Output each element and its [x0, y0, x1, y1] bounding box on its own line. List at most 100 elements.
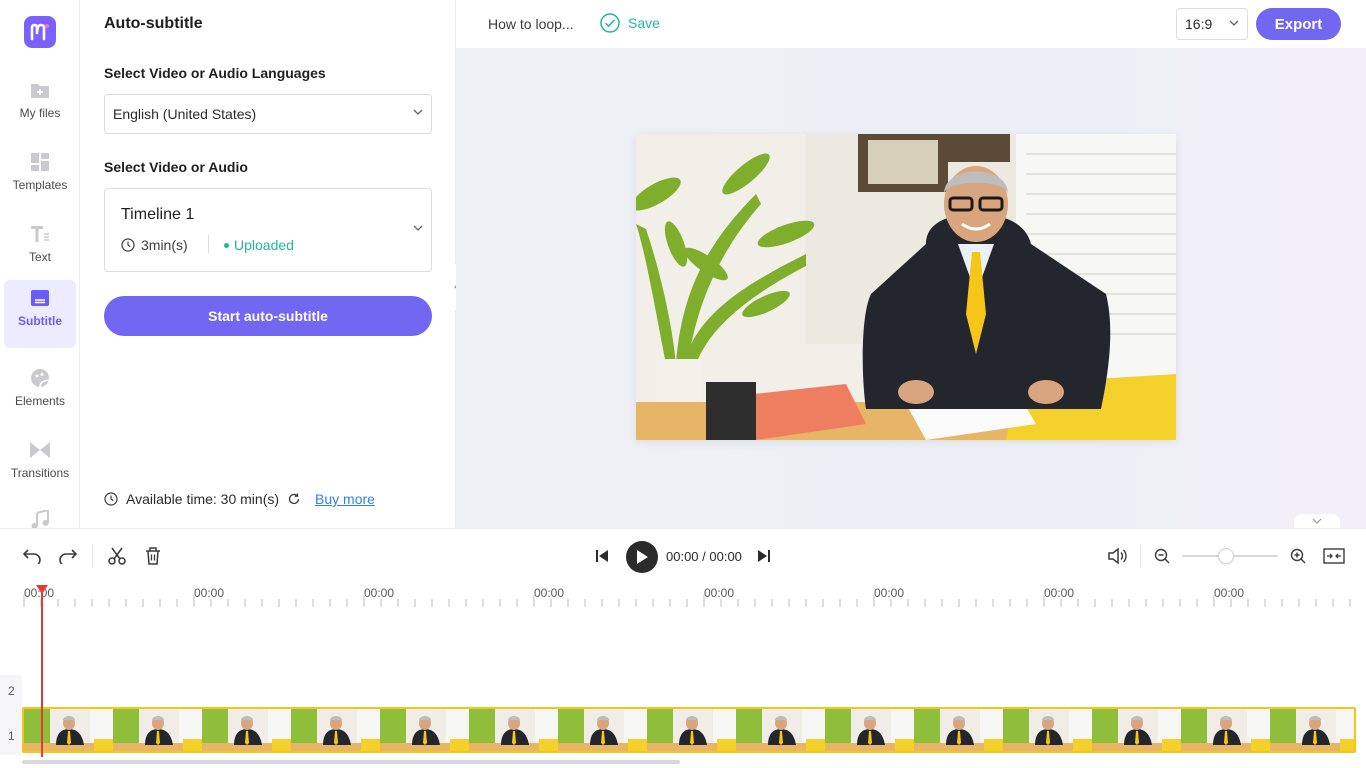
zoom-slider-handle[interactable]	[1218, 548, 1234, 564]
timeline-duration: 3min(s)	[121, 237, 188, 253]
timeline-panel: 00:00 / 00:00 00:00 00:00 00:00 00:00 00…	[0, 528, 1366, 768]
split-button[interactable]	[107, 546, 127, 566]
language-select[interactable]: English (United States)	[104, 94, 432, 134]
templates-icon	[30, 152, 50, 172]
available-time-text: Available time: 30 min(s)	[126, 491, 280, 507]
save-status[interactable]: Save	[600, 13, 660, 33]
divider	[208, 235, 209, 253]
rail-item-label: Subtitle	[18, 314, 62, 328]
ruler-label: 00:00	[1044, 586, 1075, 600]
clock-icon	[104, 492, 118, 506]
zoom-in-icon	[1290, 548, 1306, 564]
ruler-label: 00:00	[874, 586, 905, 600]
divider	[1140, 545, 1141, 567]
clock-icon	[121, 238, 135, 252]
delete-button[interactable]	[143, 546, 163, 566]
rail-item-subtitle[interactable]: Subtitle	[4, 280, 76, 348]
chevron-down-icon	[413, 225, 423, 231]
skip-to-start-button[interactable]	[592, 546, 612, 566]
skip-to-end-button[interactable]	[754, 546, 774, 566]
trash-icon	[146, 547, 160, 565]
check-circle-icon	[600, 13, 620, 33]
video-preview[interactable]	[636, 134, 1176, 440]
ratio-value: 16:9	[1185, 16, 1213, 32]
scissors-icon	[108, 547, 126, 565]
play-button[interactable]	[626, 541, 658, 573]
rail-item-text[interactable]: Text	[4, 216, 76, 284]
start-auto-subtitle-button[interactable]: Start auto-subtitle	[104, 296, 432, 336]
undo-icon	[22, 549, 41, 564]
skip-forward-icon	[758, 550, 770, 562]
save-label: Save	[628, 15, 660, 31]
chevron-down-icon	[413, 109, 423, 115]
status-dot	[224, 242, 229, 248]
play-icon	[637, 550, 648, 564]
ruler-label: 00:00	[1214, 586, 1245, 600]
language-label: Select Video or Audio Languages	[104, 65, 326, 81]
zoom-out-icon	[1154, 548, 1170, 564]
zoom-out-button[interactable]	[1152, 546, 1172, 566]
skip-back-icon	[596, 550, 608, 562]
rail-item-label: Text	[28, 250, 51, 264]
video-frame-image	[636, 134, 1176, 440]
project-name[interactable]: How to loop...	[488, 16, 574, 32]
refresh-icon[interactable]	[287, 492, 301, 506]
rail-item-label: Elements	[14, 394, 66, 408]
playhead[interactable]	[41, 585, 43, 757]
status-text: Uploaded	[234, 237, 294, 253]
time-ruler[interactable]: 00:00 00:00 00:00 00:00 00:00 00:00 00:0…	[0, 583, 1366, 613]
transitions-icon	[30, 440, 50, 460]
rail-item-elements[interactable]: Elements	[4, 360, 76, 428]
divider	[92, 545, 93, 567]
export-button[interactable]: Export	[1256, 8, 1341, 40]
left-rail: My files Templates Text Subtitle Element…	[0, 0, 80, 528]
preview-toggle-button[interactable]	[1294, 514, 1340, 528]
volume-button[interactable]	[1107, 546, 1127, 566]
chevron-down-icon	[1312, 518, 1322, 524]
ruler-label: 00:00	[364, 586, 395, 600]
time-display: 00:00 / 00:00	[666, 549, 742, 564]
redo-button[interactable]	[58, 546, 78, 566]
track-number: 2	[8, 684, 15, 698]
buy-more-link[interactable]: Buy more	[315, 491, 375, 507]
ruler-label: 00:00	[704, 586, 735, 600]
ruler-label: 00:00	[194, 586, 225, 600]
rail-item-my-files[interactable]: My files	[4, 72, 76, 140]
duration-text: 3min(s)	[141, 237, 188, 253]
available-time-row: Available time: 30 min(s) Buy more	[104, 491, 375, 507]
panel-title: Auto-subtitle	[104, 15, 203, 32]
elements-icon	[30, 368, 50, 388]
fit-timeline-button[interactable]	[1323, 546, 1345, 566]
music-icon	[30, 510, 50, 528]
language-value: English (United States)	[113, 106, 257, 122]
app-logo[interactable]	[24, 16, 56, 48]
rail-item-label: Templates	[12, 178, 68, 192]
redo-icon	[59, 549, 78, 564]
rail-item-audio[interactable]	[4, 502, 76, 528]
clip-thumbnails	[24, 709, 1354, 751]
text-icon	[30, 224, 50, 244]
rail-item-transitions[interactable]: Transitions	[4, 432, 76, 500]
fit-to-screen-icon	[1323, 548, 1345, 564]
timeline-name: Timeline 1	[121, 206, 195, 223]
chevron-down-icon	[1229, 20, 1239, 26]
source-label: Select Video or Audio	[104, 159, 248, 175]
rail-item-label: Transitions	[10, 466, 70, 480]
folder-plus-icon	[30, 80, 50, 100]
horizontal-scrollbar[interactable]	[22, 760, 680, 764]
aspect-ratio-select[interactable]: 16:9	[1176, 8, 1248, 40]
preview-area	[456, 48, 1366, 528]
timeline-select-card[interactable]: Timeline 1 3min(s) Uploaded	[104, 188, 432, 272]
volume-icon	[1108, 547, 1127, 565]
track-number: 1	[8, 729, 15, 743]
playhead-handle[interactable]	[36, 585, 48, 594]
subtitle-icon	[30, 288, 50, 308]
zoom-in-button[interactable]	[1288, 546, 1308, 566]
subtitle-panel: Auto-subtitle Select Video or Audio Lang…	[80, 0, 456, 528]
ruler-label: 00:00	[534, 586, 565, 600]
video-clip[interactable]	[22, 707, 1356, 753]
top-bar: How to loop... Save 16:9 Export	[456, 0, 1366, 48]
upload-status: Uploaded	[224, 237, 294, 253]
undo-button[interactable]	[22, 546, 42, 566]
rail-item-templates[interactable]: Templates	[4, 144, 76, 212]
